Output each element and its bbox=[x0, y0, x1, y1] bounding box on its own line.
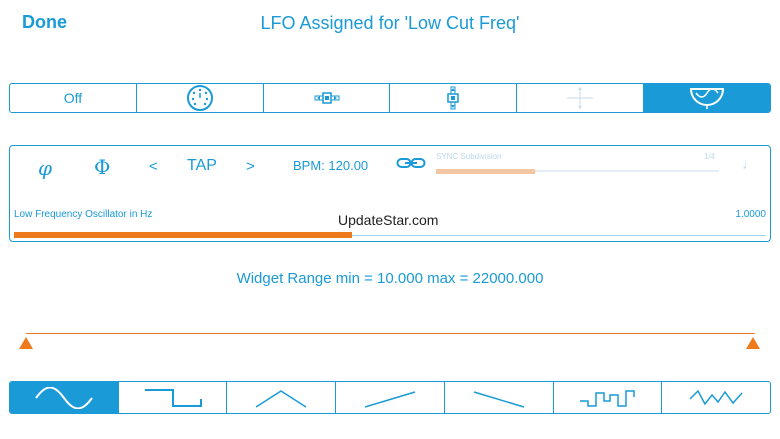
triangle-wave-icon bbox=[255, 389, 307, 408]
note-icon: ♩ bbox=[742, 156, 757, 173]
stepped-random-wave-icon bbox=[580, 389, 636, 407]
waveform-stepped-button[interactable] bbox=[554, 382, 663, 413]
page-title: LFO Assigned for 'Low Cut Freq' bbox=[260, 13, 520, 33]
crosshair-icon bbox=[567, 87, 594, 109]
random-wave-icon bbox=[689, 389, 743, 405]
phase-invert-button[interactable]: φ bbox=[38, 156, 52, 180]
sync-subdivision-fill[interactable] bbox=[436, 169, 535, 174]
mode-off-button[interactable]: Off bbox=[10, 84, 137, 112]
waveform-sine-button[interactable] bbox=[10, 382, 119, 413]
waveform-random-button[interactable] bbox=[662, 382, 770, 413]
widget-range-text: Widget Range min = 10.000 max = 22000.00… bbox=[236, 270, 544, 287]
mode-crosshair-button[interactable] bbox=[517, 84, 645, 112]
saw-down-wave-icon bbox=[473, 390, 524, 408]
mode-hslider-button[interactable] bbox=[264, 84, 391, 112]
bpm-prev-button[interactable]: < bbox=[149, 158, 158, 175]
sync-subdivision-value: 1/4 bbox=[704, 152, 716, 161]
waveform-saw-down-button[interactable] bbox=[445, 382, 554, 413]
dial-knob-icon bbox=[186, 85, 213, 111]
vertical-slider-icon bbox=[447, 86, 460, 110]
tap-tempo-button[interactable]: TAP bbox=[187, 157, 217, 175]
mode-selector: Off bbox=[9, 83, 771, 113]
bpm-display[interactable]: BPM: 120.00 bbox=[293, 158, 368, 173]
mode-off-label: Off bbox=[63, 90, 83, 106]
mode-dial-button[interactable] bbox=[137, 84, 264, 112]
waveform-selector bbox=[9, 381, 771, 414]
horizontal-slider-icon bbox=[314, 92, 340, 104]
range-line bbox=[26, 333, 755, 334]
saw-up-wave-icon bbox=[364, 390, 416, 408]
sync-subdivision-label: SYNC Subdivision bbox=[436, 152, 502, 161]
sine-wave-icon bbox=[35, 386, 93, 409]
range-min-handle[interactable] bbox=[19, 337, 33, 349]
oscillator-value: 1.0000 bbox=[735, 209, 766, 220]
waveform-saw-up-button[interactable] bbox=[336, 382, 445, 413]
mode-lfo-button[interactable] bbox=[644, 84, 770, 112]
lfo-gauge-icon bbox=[690, 88, 725, 109]
bpm-next-button[interactable]: > bbox=[246, 158, 255, 175]
link-icon bbox=[396, 158, 426, 168]
waveform-triangle-button[interactable] bbox=[227, 382, 337, 413]
oscillator-slider-fill[interactable] bbox=[14, 232, 352, 238]
watermark: UpdateStar.com bbox=[338, 212, 439, 228]
phase-reset-button[interactable]: Φ bbox=[94, 155, 110, 179]
mode-vslider-button[interactable] bbox=[390, 84, 518, 112]
waveform-square-button[interactable] bbox=[119, 382, 228, 413]
oscillator-label: Low Frequency Oscillator in Hz bbox=[14, 209, 153, 220]
square-wave-icon bbox=[144, 388, 202, 407]
sync-link-button[interactable] bbox=[396, 155, 426, 176]
range-max-handle[interactable] bbox=[746, 337, 760, 349]
